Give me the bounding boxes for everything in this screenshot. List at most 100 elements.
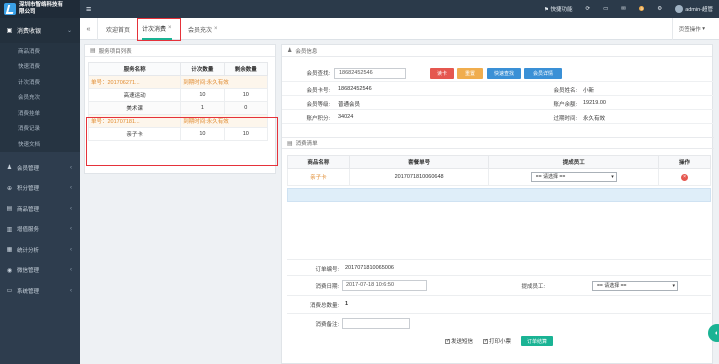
col-header: 剩余数量 [223,62,269,76]
card-row[interactable]: 单号：201706271... 到期时间:永久有效 [87,75,268,89]
level-value: 普通会员 [338,102,361,108]
settings-icon[interactable]: ⚙ [657,6,662,12]
menu-toggle-icon[interactable]: ≡ [86,4,91,14]
service-remain: 10 [223,88,269,102]
sidebar-item-member[interactable]: ♟ 会员管理 ‹ [0,158,80,179]
table-row[interactable]: 美术课 1 0 [87,101,269,115]
cash-icon: ▣ [6,28,13,34]
sidebar-sub-member-charge[interactable]: 会员充次 [0,89,80,105]
col-header: 商品名称 [287,155,350,169]
balance-label: 账户余额: [553,102,577,108]
main-panel: ♟ 会员信息 会员查找: 18682452546 读卡 重置 快速查找 会员详情 … [281,44,714,364]
list-icon: ▤ [90,48,96,54]
sidebar-sub-pending-order[interactable]: 消费挂单 [0,105,80,121]
sms-checkbox[interactable]: 发送短信 [445,337,473,345]
delete-icon[interactable]: × [681,173,689,181]
table-row[interactable]: 高速运动 10 10 [87,88,269,102]
settle-button[interactable]: 订单结算 [521,336,553,346]
checkbox-icon [483,338,488,345]
user-menu[interactable]: admin-超管 [675,5,713,14]
reset-button[interactable]: 重置 [457,68,483,79]
member-search-input[interactable]: 18682452546 [334,68,406,79]
close-icon[interactable]: × [214,26,218,32]
service-count: 1 [180,101,225,115]
monitor-icon[interactable]: ▭ [603,6,608,12]
sidebar-sub-quick-consume[interactable]: 快速消费 [0,58,80,74]
chevron-left-icon: ‹ [70,205,72,212]
staff-label: 提成员工: [521,284,545,290]
remark-label: 消费备注: [315,322,339,328]
highlight-box-card [86,117,278,166]
service-count: 10 [180,88,225,102]
total-value: 1 [345,301,349,307]
search-label: 会员查找: [306,71,330,77]
message-icon[interactable]: ✉ [621,6,626,12]
chevron-left-icon: ‹ [70,267,72,274]
sidebar-item-points[interactable]: ⊕ 积分管理 ‹ [0,178,80,199]
chart-icon: ▦ [6,247,13,254]
level-label: 会员等级: [306,102,330,108]
order-no-value: 2017071810065006 [345,265,394,271]
goods-icon: ▤ [6,206,13,213]
col-header: 操作 [658,155,711,169]
checkbox-icon [445,338,450,345]
package-order-no: 2017071810060648 [348,168,490,186]
tab-home[interactable]: 欢迎首页 [106,18,130,40]
card-no-value: 18682452546 [338,86,372,92]
consume-table: 商品名称 套餐单号 提成员工 操作 亲子卡 2017071810060648 =… [287,155,711,186]
chevron-left-icon: ‹ [70,185,72,192]
member-info-title: 会员信息 [295,48,318,55]
sidebar-item-system[interactable]: ▭ 系统管理 ‹ [0,281,80,302]
chevron-left-icon: ‹ [70,226,72,233]
card-expire: 到期时间:永久有效 [180,75,268,89]
wechat-icon: ◉ [6,267,13,274]
sidebar-item-value-added[interactable]: ▥ 增值服务 ‹ [0,219,80,240]
tab-ops-dropdown[interactable]: 页签操作 ▾ [671,18,705,40]
table-row[interactable]: 亲子卡 2017071810060648 == 请选择 == × [287,168,711,186]
sidebar-sub-consume-record[interactable]: 消费记录 [0,120,80,136]
company-name-line2: 限公司 [19,9,36,15]
consume-list-title: 消费清单 [295,141,318,147]
service-name: 高速运动 [87,88,182,102]
chevron-left-icon: ‹ [70,246,72,253]
chevron-left-icon: ‹ [70,164,72,171]
sidebar-item-stats[interactable]: ▦ 统计分析 ‹ [0,240,80,261]
sidebar-item-consume[interactable]: ▣ 消费收银 ⌄ [0,18,80,43]
print-checkbox[interactable]: 打印小票 [483,337,511,345]
member-detail-button[interactable]: 会员详情 [524,68,562,79]
refresh-icon[interactable]: ⟳ [585,6,590,12]
bell-icon[interactable]: ♫3 [639,6,645,12]
staff-select[interactable]: == 请选择 == [530,172,617,182]
service-remain: 0 [223,101,269,115]
floating-help-icon[interactable]: ◐ [708,324,719,342]
sidebar-sub-count-consume[interactable]: 计次消费 [0,74,80,90]
read-card-button[interactable]: 读卡 [430,68,454,79]
balance-value: 19219.00 [583,100,606,106]
col-header: 提成员工 [488,155,660,169]
sidebar-sub-goods-consume[interactable]: 商品消费 [0,43,80,59]
tab-member-charge[interactable]: 会员充次 × [188,18,218,40]
brand-logo: 深圳市智络科技有 限公司 [0,0,80,18]
sidebar-item-wechat[interactable]: ◉ 微信管理 ‹ [0,260,80,281]
quick-search-button[interactable]: 快速查找 [487,68,521,79]
points-value: 34024 [338,114,354,120]
expire-label: 过期时间: [553,116,577,122]
avatar [675,5,684,14]
user-icon: ♟ [6,165,13,172]
tab-scroll-left-icon[interactable]: « [80,18,98,40]
remark-input[interactable] [342,318,410,329]
order-staff-select[interactable]: == 请选择 == [592,281,678,291]
consume-date-input[interactable]: 2017-07-18 10:6:50 [342,280,427,291]
col-header: 服务名称 [87,62,182,76]
col-header: 计次数量 [180,62,225,76]
date-label: 消费日期: [315,284,339,290]
sidebar-item-goods[interactable]: ▤ 商品管理 ‹ [0,199,80,220]
total-label: 消费总数量: [309,303,339,309]
service-name: 美术课 [87,101,182,115]
selected-row-strip [287,188,711,202]
sidebar-sub-quick-doc[interactable]: 快速文档 [0,136,80,152]
user-icon: ♟ [287,48,293,54]
card-no: 单号：201706271... [87,75,182,89]
goods-name: 亲子卡 [287,168,350,186]
quick-func-button[interactable]: ⚑ 快捷功能 [544,5,572,13]
